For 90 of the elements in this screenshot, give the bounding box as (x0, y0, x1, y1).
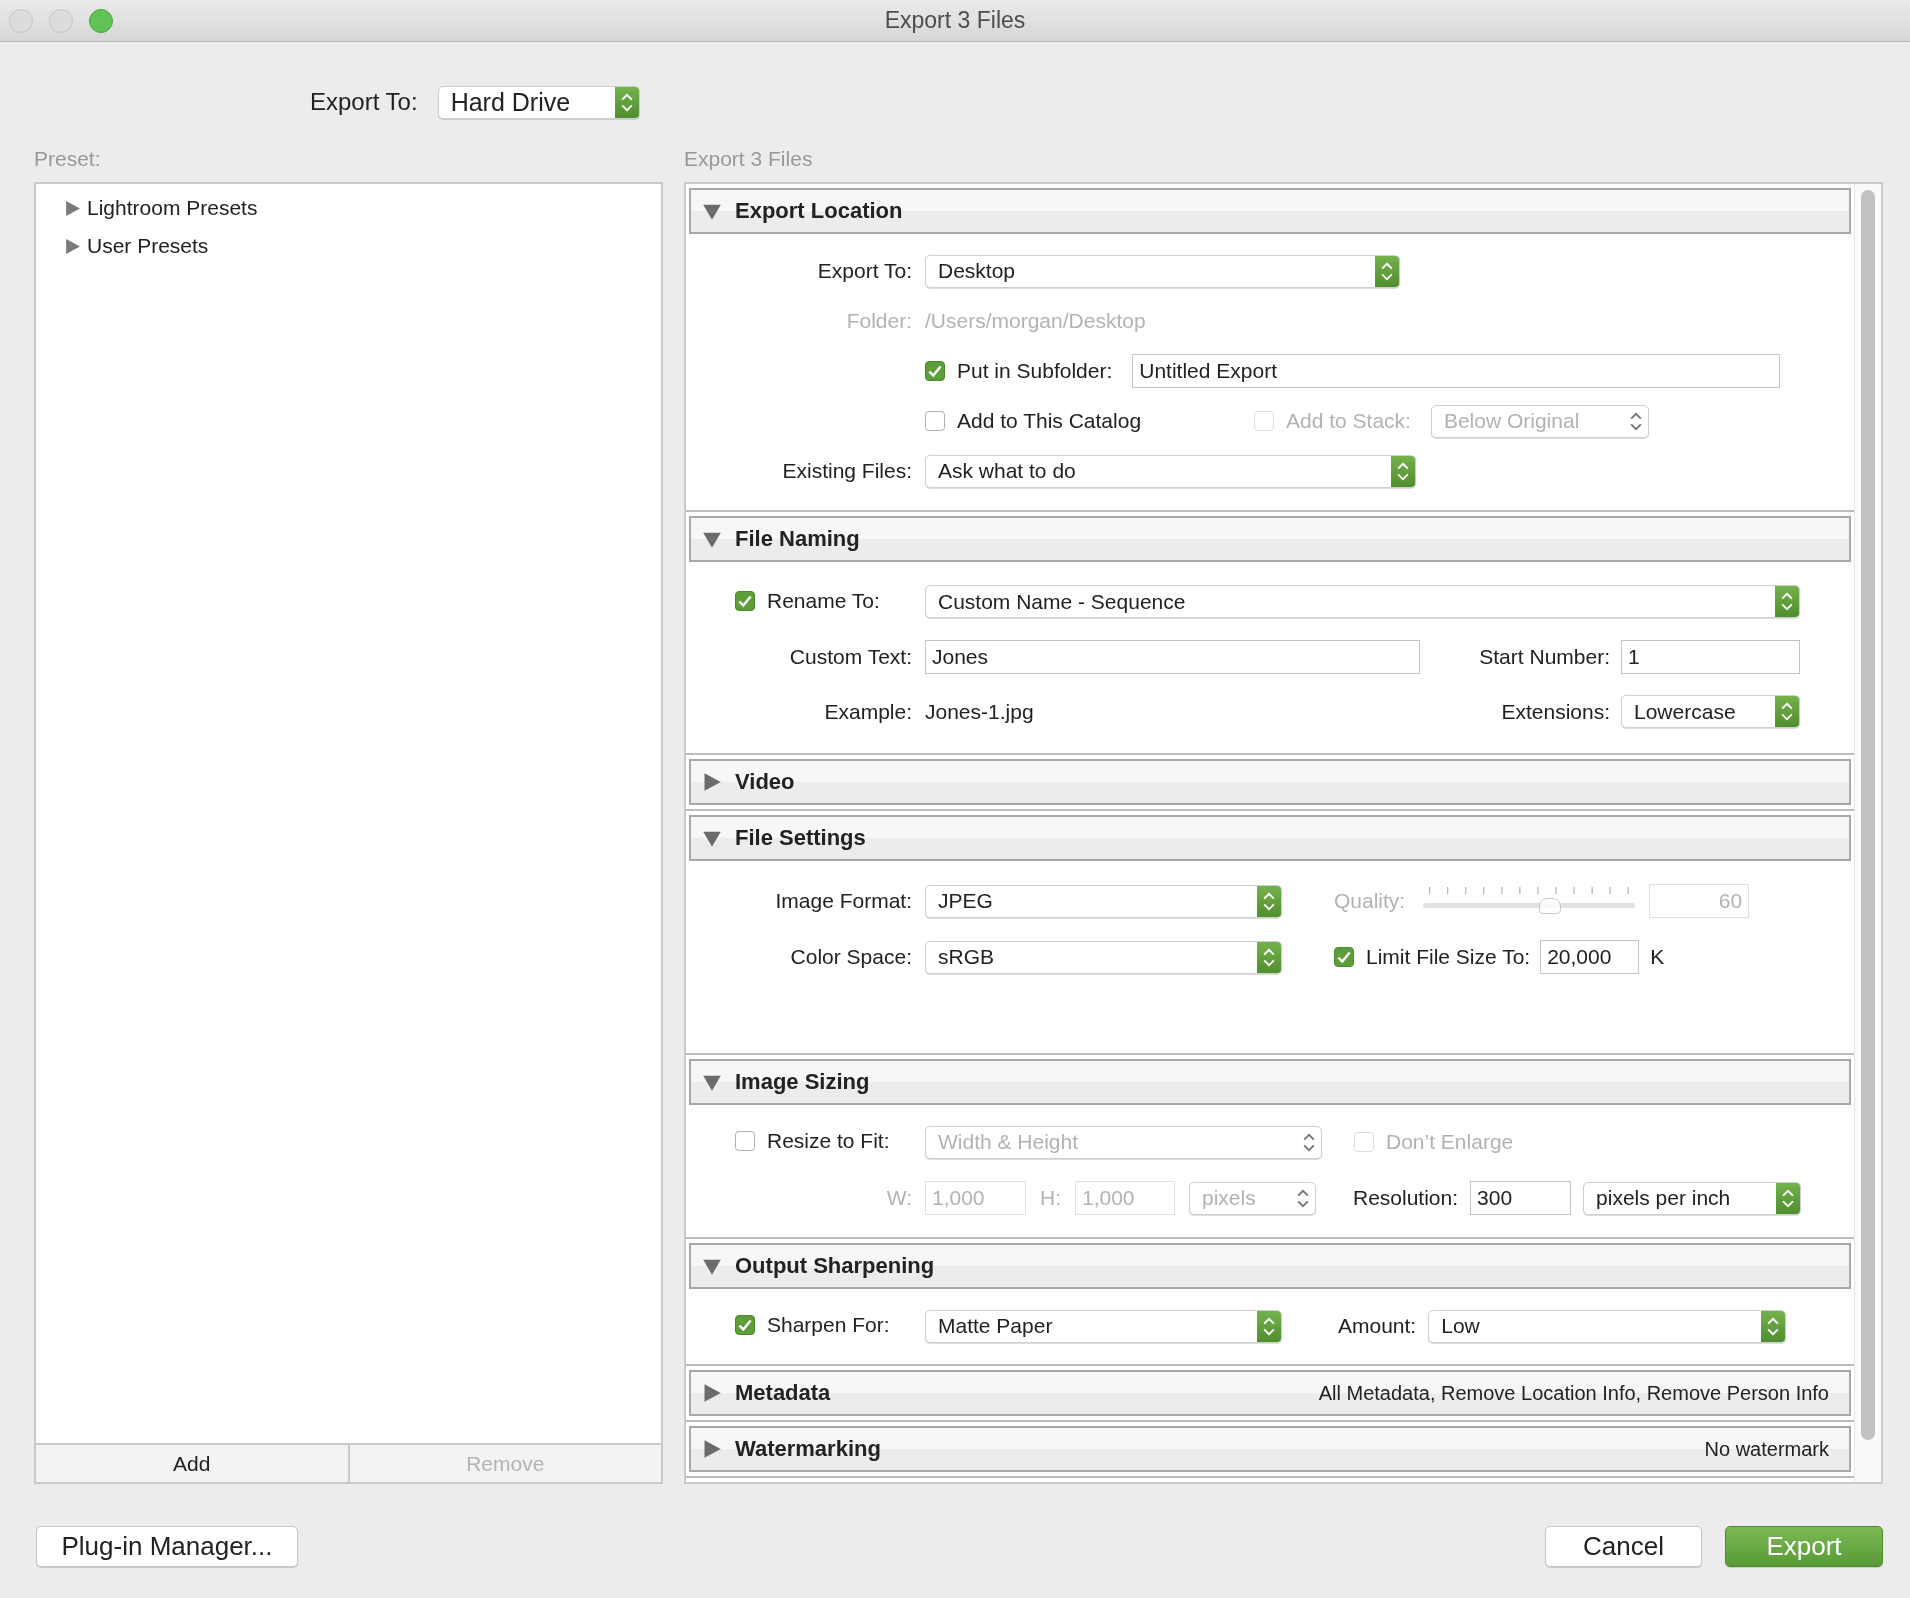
field-label: Extensions: (1500, 699, 1610, 724)
dropdown[interactable]: Low (1428, 1309, 1787, 1343)
stepper-icon (1391, 455, 1415, 487)
section-title: File Naming (735, 526, 860, 552)
field-label: Color Space: (789, 945, 913, 969)
section-title: Metadata (735, 1380, 831, 1406)
checkbox[interactable] (735, 1130, 755, 1151)
field-label: Resolution: (1353, 1186, 1459, 1210)
dropdown[interactable]: Lowercase (1621, 695, 1800, 728)
checkbox-label: Rename To: (767, 588, 880, 613)
stepper-icon (614, 86, 639, 118)
section-header[interactable]: Metadata All Metadata, Remove Location Info, Remove Person Info (689, 1370, 1851, 1416)
plugin-manager-button[interactable]: Plug-in Manager... (36, 1526, 298, 1567)
field-label: Example: (823, 699, 913, 724)
field-label: Amount: (1338, 1314, 1417, 1338)
export-to-dropdown[interactable]: Hard Drive (437, 85, 640, 119)
section-header[interactable]: Video (689, 759, 1851, 805)
stepper-icon (1761, 1310, 1786, 1342)
checkbox[interactable] (925, 361, 945, 381)
stepper-icon (1775, 586, 1799, 617)
field-label: Export To: (816, 259, 913, 283)
field-label: Existing Files: (781, 459, 913, 483)
stepper-icon (1257, 1310, 1281, 1342)
dropdown[interactable]: Desktop (925, 254, 1400, 288)
settings-caption: Export 3 Files (684, 148, 814, 172)
checkbox[interactable] (925, 411, 945, 431)
example-filename: Jones-1.jpg (925, 699, 1035, 724)
window-zoom-button[interactable] (89, 8, 113, 33)
section-title: Image Sizing (735, 1069, 870, 1095)
checkbox-label: Add to Stack: (1286, 409, 1411, 433)
disclosure-triangle-icon[interactable] (64, 199, 81, 217)
checkbox-label: Sharpen For: (767, 1313, 890, 1337)
section-header[interactable]: Image Sizing (689, 1059, 1851, 1105)
disclosure-triangle-icon[interactable] (702, 1383, 722, 1403)
section-header[interactable]: Output Sharpening (689, 1243, 1851, 1289)
checkbox-label: Don’t Enlarge (1386, 1130, 1514, 1154)
section-summary: All Metadata, Remove Location Info, Remove Person Info (1318, 1381, 1830, 1405)
disclosure-triangle-icon[interactable] (702, 772, 722, 792)
section-header[interactable]: Export Location (689, 188, 1851, 234)
checkbox[interactable] (735, 590, 755, 611)
disclosure-triangle-icon[interactable] (64, 237, 81, 255)
text-field[interactable]: Untitled Export (1132, 354, 1781, 388)
dropdown[interactable]: Ask what to do (925, 454, 1416, 488)
section-title: Watermarking (735, 1436, 881, 1462)
dropdown[interactable]: JPEG (925, 884, 1282, 918)
dropdown[interactable]: Custom Name - Sequence (925, 585, 1800, 618)
preset-caption: Preset: (34, 148, 102, 172)
cancel-button[interactable]: Cancel (1545, 1526, 1702, 1567)
checkbox[interactable] (1334, 947, 1354, 967)
dropdown[interactable]: Matte Paper (925, 1309, 1282, 1343)
text-field[interactable]: 20,000 (1540, 940, 1640, 974)
section-title: Video (735, 769, 795, 795)
section-header[interactable]: File Settings (689, 815, 1851, 861)
export-to-label: Export To: (310, 88, 418, 116)
section-title: File Settings (735, 825, 866, 851)
preset-button[interactable]: Add (36, 1445, 348, 1482)
section-header[interactable]: Watermarking No watermark (689, 1426, 1851, 1472)
stepper-icon (1375, 255, 1399, 287)
stepper-icon (1257, 885, 1281, 917)
stepper-icon (1776, 1182, 1801, 1214)
text-field[interactable]: Jones (925, 639, 1420, 674)
dropdown[interactable]: pixels per inch (1583, 1181, 1802, 1215)
checkbox-label: Put in Subfolder: (957, 359, 1113, 383)
section-header[interactable]: File Naming (689, 516, 1851, 562)
field-label: Folder: (845, 309, 913, 333)
field-label: Start Number: (1478, 644, 1610, 669)
preset-folder[interactable]: Lightroom Presets (36, 189, 661, 227)
folder-path: /Users/morgan/Desktop (925, 309, 1146, 333)
section-summary: No watermark (1704, 1437, 1830, 1461)
section-title: Export Location (735, 198, 903, 224)
disclosure-triangle-icon[interactable] (702, 1439, 722, 1459)
unit-label: K (1650, 945, 1665, 969)
checkbox-label: Add to This Catalog (957, 409, 1142, 433)
text-field[interactable]: 1 (1621, 639, 1800, 674)
scrollbar[interactable] (1854, 184, 1881, 1482)
checkbox-label: Limit File Size To: (1366, 945, 1531, 969)
preset-folder[interactable]: User Presets (36, 227, 661, 265)
stepper-icon (1257, 941, 1281, 973)
window-title: Export 3 Files (884, 7, 1026, 34)
section-title: Output Sharpening (735, 1253, 935, 1279)
text-field[interactable]: 300 (1470, 1181, 1572, 1215)
field-label: Quality: (1334, 889, 1406, 913)
field-label: Custom Text: (788, 644, 913, 669)
dropdown[interactable]: sRGB (925, 940, 1282, 974)
field-label: Image Format: (774, 889, 913, 913)
stepper-icon (1775, 696, 1799, 727)
checkbox[interactable] (735, 1315, 755, 1335)
field-label: H: (1040, 1186, 1061, 1210)
field-label: W: (885, 1186, 913, 1210)
checkbox-label: Resize to Fit: (767, 1128, 890, 1153)
